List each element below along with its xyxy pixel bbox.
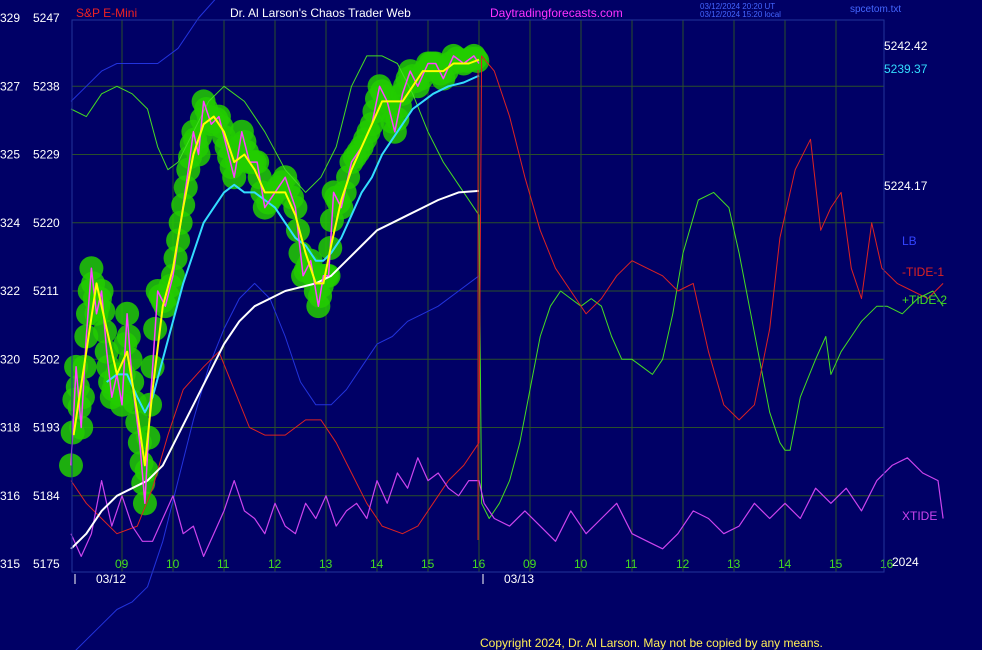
x-tick-label: 15 xyxy=(829,557,843,571)
y-tick-left: 324 xyxy=(0,216,20,230)
y-tick-left: 320 xyxy=(0,352,20,366)
x-tick-label: 15 xyxy=(421,557,435,571)
right-label: -TIDE-1 xyxy=(902,265,944,279)
file-label: spcetom.txt xyxy=(850,4,902,15)
symbol-label: S&P E-Mini xyxy=(76,6,138,20)
y-tick-left: 315 xyxy=(0,557,20,571)
right-label: 5242.42 xyxy=(884,39,928,53)
y-tick-right: 5229 xyxy=(33,148,60,162)
y-tick-right: 5238 xyxy=(33,79,60,93)
x-tick-label: 13 xyxy=(727,557,741,571)
y-tick-right: 5175 xyxy=(33,557,60,571)
x-tick-label: 14 xyxy=(778,557,792,571)
copyright-text: Copyright 2024, Dr. Al Larson. May not b… xyxy=(480,636,823,650)
y-tick-left: 316 xyxy=(0,489,20,503)
x-tick-label: 12 xyxy=(676,557,690,571)
right-label: 5224.17 xyxy=(884,179,928,193)
right-label: LB xyxy=(902,234,917,248)
x-tick-label: 11 xyxy=(217,557,230,571)
x-tick-label: 12 xyxy=(268,557,282,571)
right-label: 5239.37 xyxy=(884,62,928,76)
y-tick-right: 5202 xyxy=(33,352,60,366)
x-tick-label: 10 xyxy=(166,557,180,571)
year-label: 2024 xyxy=(892,555,919,569)
right-label: +TIDE-2 xyxy=(902,293,947,307)
x-tick-label: 09 xyxy=(523,557,537,571)
y-tick-right: 5220 xyxy=(33,216,60,230)
x-tick-label: 09 xyxy=(115,557,129,571)
date-label: 03/12 xyxy=(96,572,126,586)
date-label: 03/13 xyxy=(504,572,534,586)
y-tick-left: 325 xyxy=(0,148,20,162)
y-tick-right: 5247 xyxy=(33,11,60,25)
y-tick-right: 5184 xyxy=(33,489,60,503)
y-tick-left: 318 xyxy=(0,421,20,435)
y-tick-right: 5193 xyxy=(33,421,60,435)
y-tick-left: 329 xyxy=(0,11,20,25)
chaos-chart: 329 5247 327 5238 325 5229 324 5220 322 5211 320 52… xyxy=(0,0,947,650)
x-tick-label: 16 xyxy=(472,557,486,571)
x-tick-label: 13 xyxy=(319,557,333,571)
x-tick-label: 14 xyxy=(370,557,384,571)
y-tick-right: 5211 xyxy=(33,284,59,298)
chart-title: Dr. Al Larson's Chaos Trader Web xyxy=(230,6,411,20)
right-label: XTIDE xyxy=(902,509,937,523)
timestamp-local: 03/12/2024 15:20 local xyxy=(700,10,781,19)
y-tick-left: 327 xyxy=(0,79,20,93)
x-tick-label: 10 xyxy=(574,557,588,571)
y-tick-left: 322 xyxy=(0,284,20,298)
site-link[interactable]: Daytradingforecasts.com xyxy=(490,7,623,19)
x-tick-label: 11 xyxy=(625,557,638,571)
